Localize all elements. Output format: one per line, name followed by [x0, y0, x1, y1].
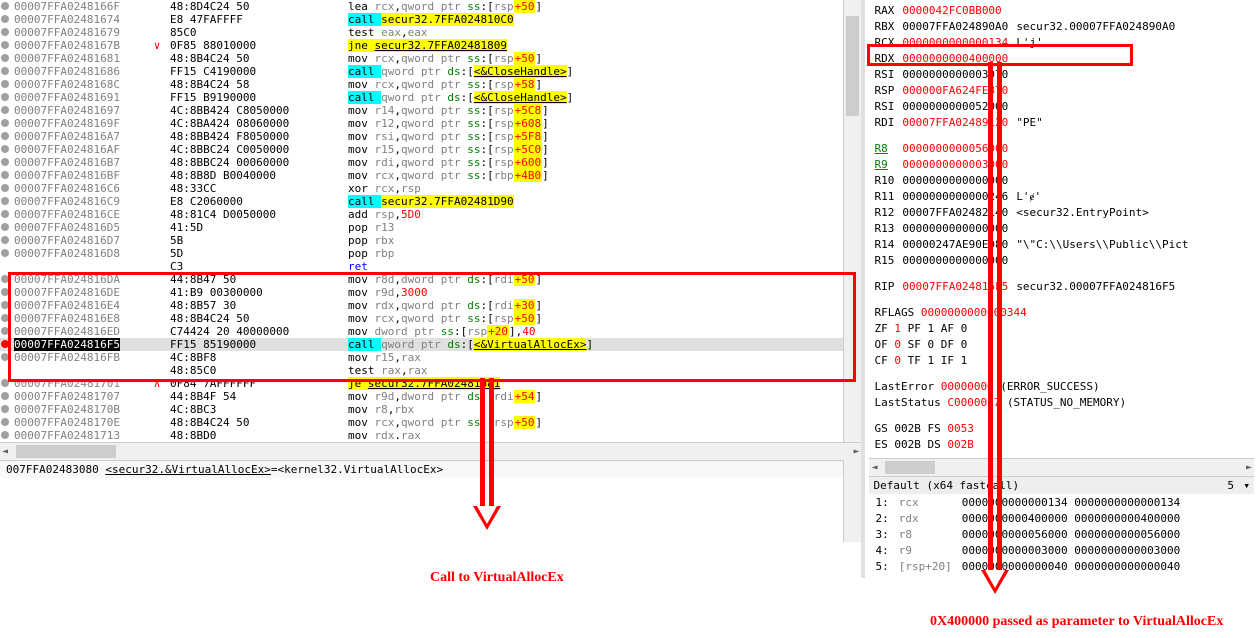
disasm-row[interactable]: 00007FFA0248167B∨0F85 88010000jne secur3… [0, 39, 861, 52]
args-header[interactable]: Default (x64 fastcall) 5 ▾ [869, 476, 1254, 494]
arg-row[interactable]: 3:r80000000000056000 0000000000056000 [871, 528, 1184, 542]
disasm-row[interactable]: 00007FFA02481686FF15 C4190000call qword … [0, 65, 861, 78]
disasm-row[interactable]: 00007FFA024816FB4C:8BF8mov r15,rax [0, 351, 861, 364]
disasm-row[interactable]: C3ret [0, 260, 861, 273]
disasm-row[interactable]: 00007FFA0248166F48:8D4C24 50lea rcx,qwor… [0, 0, 861, 13]
disasm-hscrollbar[interactable]: ◄ ► [0, 442, 861, 460]
disasm-row[interactable]: 00007FFA024816F5FF15 85190000call qword … [0, 338, 861, 351]
disasm-row[interactable]: 00007FFA024816D541:5Dpop r13 [0, 221, 861, 234]
register-row[interactable]: R100000000000000000 [871, 174, 1191, 188]
disasm-row[interactable]: 00007FFA024816D75Bpop rbx [0, 234, 861, 247]
disasm-row[interactable]: 00007FFA0248170B4C:8BC3mov r8,rbx [0, 403, 861, 416]
disasm-row[interactable]: 00007FFA02481691FF15 B9190000call qword … [0, 91, 861, 104]
registers-table[interactable]: RAX0000042FC0BB000 RBX00007FFA024890A0sec… [869, 2, 1193, 454]
register-row[interactable]: RSI0000000000052000 [871, 100, 1191, 114]
status-addr: 007FFA02483080 [6, 463, 99, 476]
annot-label-call: Call to VirtualAllocEx [430, 570, 564, 586]
disasm-row[interactable]: 00007FFA0248168C48:8B4C24 58mov rcx,qwor… [0, 78, 861, 91]
disasm-row[interactable]: 00007FFA02481674E8 47FAFFFFcall secur32.… [0, 13, 861, 26]
args-table[interactable]: 1:rcx0000000000000134 0000000000000134 2:… [869, 494, 1186, 576]
arrow-to-rdx [988, 62, 1002, 592]
disassembly-table[interactable]: 00007FFA0248166F48:8D4C24 50lea rcx,qwor… [0, 0, 861, 442]
disasm-row[interactable]: 00007FFA0248170E48:8B4C24 50mov rcx,qwor… [0, 416, 861, 429]
register-row[interactable]: RIP00007FFA024816F5secur32.00007FFA02481… [871, 280, 1191, 294]
annot-label-rdx: 0X400000 passed as parameter to VirtualA… [930, 614, 1223, 630]
disasm-row[interactable]: 00007FFA024816974C:8BB424 C8050000mov r1… [0, 104, 861, 117]
disasm-row[interactable]: 00007FFA0248169F4C:8BA424 08060000mov r1… [0, 117, 861, 130]
disasm-row[interactable]: 00007FFA0248168148:8B4C24 50mov rcx,qwor… [0, 52, 861, 65]
arg-row[interactable]: 1:rcx0000000000000134 0000000000000134 [871, 496, 1184, 510]
disassembly-panel: 00007FFA0248166F48:8D4C24 50lea rcx,qwor… [0, 0, 865, 578]
disasm-row[interactable]: 48:85C0test rax,rax [0, 364, 861, 377]
disasm-row[interactable]: 00007FFA024816A748:8BB424 F8050000mov rs… [0, 130, 861, 143]
register-row[interactable]: RDI00007FFA02489120"PE" [871, 116, 1191, 130]
arg-row[interactable]: 4:r90000000000003000 0000000000003000 [871, 544, 1184, 558]
register-row[interactable]: RAX0000042FC0BB000 [871, 4, 1191, 18]
register-row[interactable]: R90000000000003000 [871, 158, 1191, 172]
args-count[interactable]: 5 [1227, 479, 1234, 492]
args-spinner-icon[interactable]: ▾ [1243, 479, 1250, 492]
disasm-row[interactable]: 00007FFA0248171348:8BD0mov rdx.rax [0, 429, 861, 442]
disasm-row[interactable]: 00007FFA024816E448:8B57 30mov rdx,qword … [0, 299, 861, 312]
disasm-row[interactable]: 00007FFA024816C9E8 C2060000call secur32.… [0, 195, 861, 208]
disasm-row[interactable]: 00007FFA024816DE41:B9 00300000mov r9d,30… [0, 286, 861, 299]
disasm-vscrollbar[interactable] [843, 0, 861, 542]
arrow-to-call [480, 378, 494, 528]
register-row[interactable]: R130000000000000000 [871, 222, 1191, 236]
disasm-row[interactable]: 00007FFA024816B748:8BBC24 00060000mov rd… [0, 156, 861, 169]
disasm-row[interactable]: 00007FFA0248167985C0test eax,eax [0, 26, 861, 39]
register-row[interactable]: R110000000000000246L'ɇ' [871, 190, 1191, 204]
disasm-row[interactable]: 00007FFA02481701∧0F84 7AFFFFFFje secur32… [0, 377, 861, 390]
disasm-row[interactable]: 00007FFA024816E848:8B4C24 50mov rcx,qwor… [0, 312, 861, 325]
arg-row[interactable]: 2:rdx0000000000400000 0000000000400000 [871, 512, 1184, 526]
register-row[interactable]: R1400000247AE90ED80"\"C:\\Users\\Public\… [871, 238, 1191, 252]
expression-bar: 007FFA02483080 <secur32.&VirtualAllocEx>… [0, 460, 861, 478]
register-row[interactable]: R80000000000056000 [871, 142, 1191, 156]
disasm-row[interactable]: 00007FFA024816EDC74424 20 40000000mov dw… [0, 325, 861, 338]
register-row[interactable]: R1200007FFA02482140<secur32.EntryPoint> [871, 206, 1191, 220]
registers-panel: RAX0000042FC0BB000 RBX00007FFA024890A0sec… [865, 0, 1258, 578]
register-row[interactable]: R150000000000000000 [871, 254, 1191, 268]
register-row[interactable]: RCX0000000000000134L'j' [871, 36, 1191, 50]
register-row[interactable]: RSI0000000000003970 [871, 68, 1191, 82]
register-row[interactable]: RBX00007FFA024890A0secur32.00007FFA02489… [871, 20, 1191, 34]
register-row[interactable]: RSP000000FA624FE870 [871, 84, 1191, 98]
disasm-row[interactable]: 00007FFA024816BF48:8B8D B0040000mov rcx,… [0, 169, 861, 182]
disasm-row[interactable]: 00007FFA024816D85Dpop rbp [0, 247, 861, 260]
status-symbol: <secur32.&VirtualAllocEx> [105, 463, 271, 476]
register-row[interactable]: RDX0000000000400000 [871, 52, 1191, 66]
disasm-row[interactable]: 00007FFA0248170744:8B4F 54mov r9d,dword … [0, 390, 861, 403]
disasm-row[interactable]: 00007FFA024816AF4C:8BBC24 C0050000mov r1… [0, 143, 861, 156]
disasm-row[interactable]: 00007FFA024816CE48:81C4 D0050000add rsp,… [0, 208, 861, 221]
disasm-row[interactable]: 00007FFA024816DA44:8B47 50mov r8d,dword … [0, 273, 861, 286]
arg-row[interactable]: 5:[rsp+20]0000000000000040 0000000000000… [871, 560, 1184, 574]
regs-hscrollbar[interactable]: ◄ ► [869, 458, 1254, 476]
disasm-row[interactable]: 00007FFA024816C648:33CCxor rcx,rsp [0, 182, 861, 195]
